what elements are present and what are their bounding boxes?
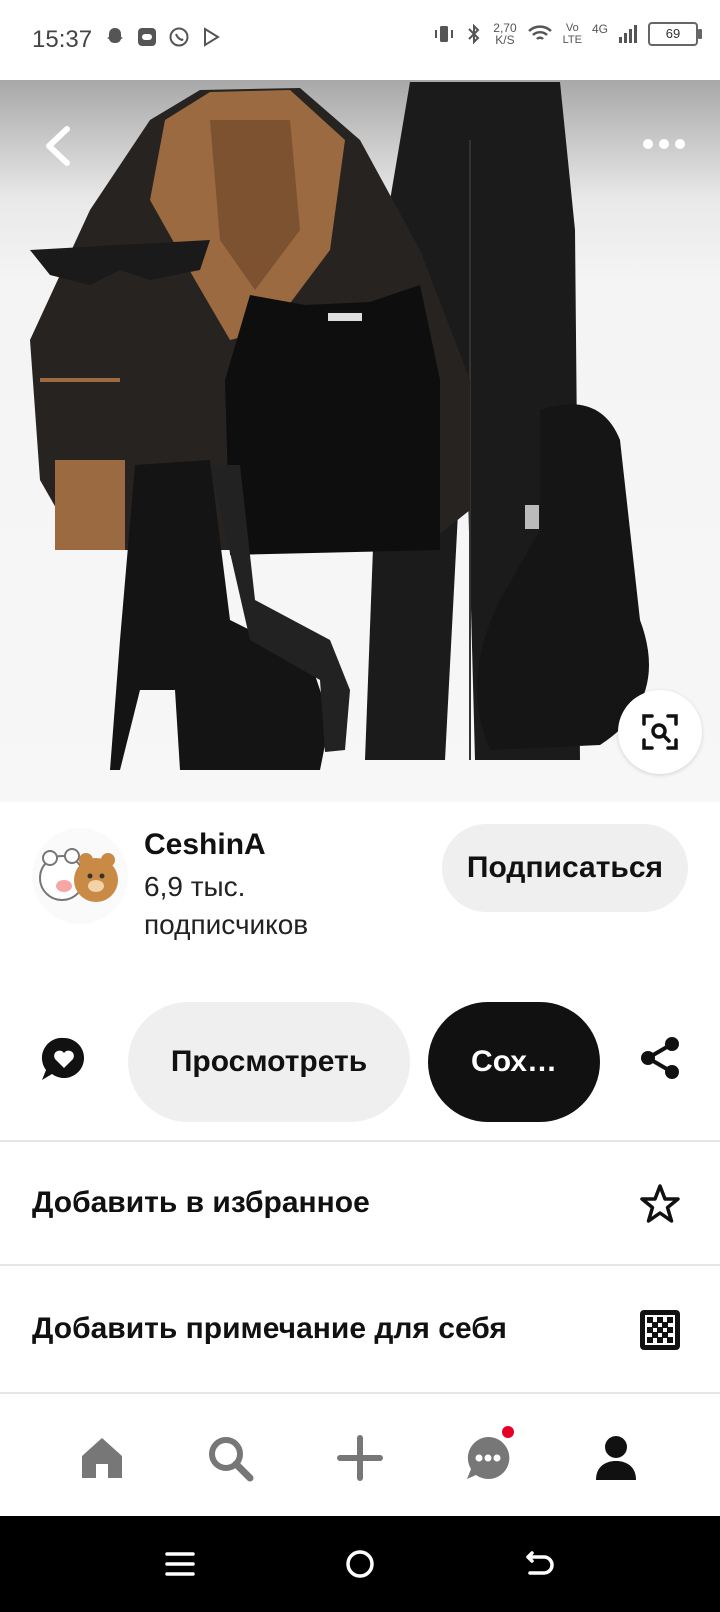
- create-plus-icon: [337, 1435, 383, 1481]
- whatsapp-icon: [168, 26, 190, 48]
- action-bar: Просмотреть Сох…: [0, 996, 720, 1122]
- home-icon: [82, 1438, 122, 1478]
- more-options-button[interactable]: [636, 128, 692, 160]
- status-bar: 15:37 2,70 K/S Vo LTE 4G 69: [0, 0, 720, 80]
- more-dots-icon: [643, 139, 653, 149]
- add-to-favorites-label: Добавить в избранное: [32, 1186, 370, 1219]
- notification-dot: [502, 1426, 514, 1438]
- back-arrow-icon: [46, 126, 70, 166]
- nav-messages[interactable]: [460, 1426, 516, 1486]
- visual-search-icon: [642, 714, 678, 750]
- share-button[interactable]: [636, 1034, 684, 1082]
- home-button[interactable]: [340, 1544, 380, 1584]
- system-navigation-bar: [0, 1516, 720, 1612]
- divider: [0, 1392, 720, 1394]
- view-button[interactable]: Просмотреть: [128, 1002, 410, 1122]
- divider: [0, 1264, 720, 1266]
- bottom-navigation: [0, 1396, 720, 1516]
- outfit-illustration: [30, 82, 649, 770]
- battery-indicator: 69: [648, 22, 702, 46]
- profile-icon: [596, 1436, 636, 1480]
- avatar[interactable]: [32, 828, 128, 924]
- network-type: 4G: [591, 22, 608, 36]
- comment-heart-icon: [41, 1037, 84, 1080]
- search-icon: [209, 1437, 254, 1482]
- snapchat-icon: [104, 26, 126, 48]
- nav-profile[interactable]: [588, 1430, 644, 1486]
- follow-button[interactable]: Подписаться: [442, 824, 688, 912]
- creator-name[interactable]: CeshinA: [144, 828, 266, 862]
- add-note-row[interactable]: Добавить примечание для себя: [0, 1268, 720, 1392]
- nav-search[interactable]: [202, 1430, 258, 1486]
- home-circle-icon: [346, 1550, 374, 1578]
- network-speed: 2,70 K/S: [493, 21, 517, 47]
- star-icon: [638, 1182, 682, 1226]
- back-system-button[interactable]: [520, 1544, 560, 1584]
- back-button[interactable]: [34, 122, 82, 170]
- bluetooth-icon: [468, 23, 480, 45]
- wifi-icon: [527, 25, 552, 40]
- nav-create[interactable]: [332, 1430, 388, 1486]
- status-app-icons: [104, 26, 222, 48]
- signal-icon: [619, 25, 637, 43]
- app-square-icon: [136, 26, 158, 48]
- vibrate-icon: [435, 26, 454, 42]
- volte-indicator: Vo LTE: [562, 22, 582, 46]
- back-return-icon: [526, 1551, 554, 1575]
- save-button[interactable]: Сох…: [428, 1002, 600, 1122]
- status-time: 15:37: [32, 26, 93, 53]
- play-icon: [200, 26, 222, 48]
- menu-lines-icon: [165, 1552, 195, 1576]
- nav-home[interactable]: [74, 1430, 130, 1486]
- messages-icon: [467, 1436, 510, 1479]
- status-indicators: 2,70 K/S Vo LTE 4G 69: [433, 21, 702, 47]
- note-pattern-icon: [638, 1308, 682, 1352]
- comment-button[interactable]: [36, 1032, 92, 1088]
- add-note-label: Добавить примечание для себя: [32, 1312, 507, 1345]
- subscriber-count: 6,9 тыс. подписчиков: [144, 871, 309, 940]
- visual-search-button[interactable]: [618, 690, 702, 774]
- bears-avatar-icon: [32, 828, 128, 924]
- recent-apps-button[interactable]: [160, 1544, 200, 1584]
- creator-section: CeshinA 6,9 тыс. подписчиков Подписаться: [0, 816, 720, 966]
- add-to-favorites-row[interactable]: Добавить в избранное: [0, 1142, 720, 1266]
- share-icon: [641, 1037, 679, 1079]
- pin-image[interactable]: [0, 80, 720, 802]
